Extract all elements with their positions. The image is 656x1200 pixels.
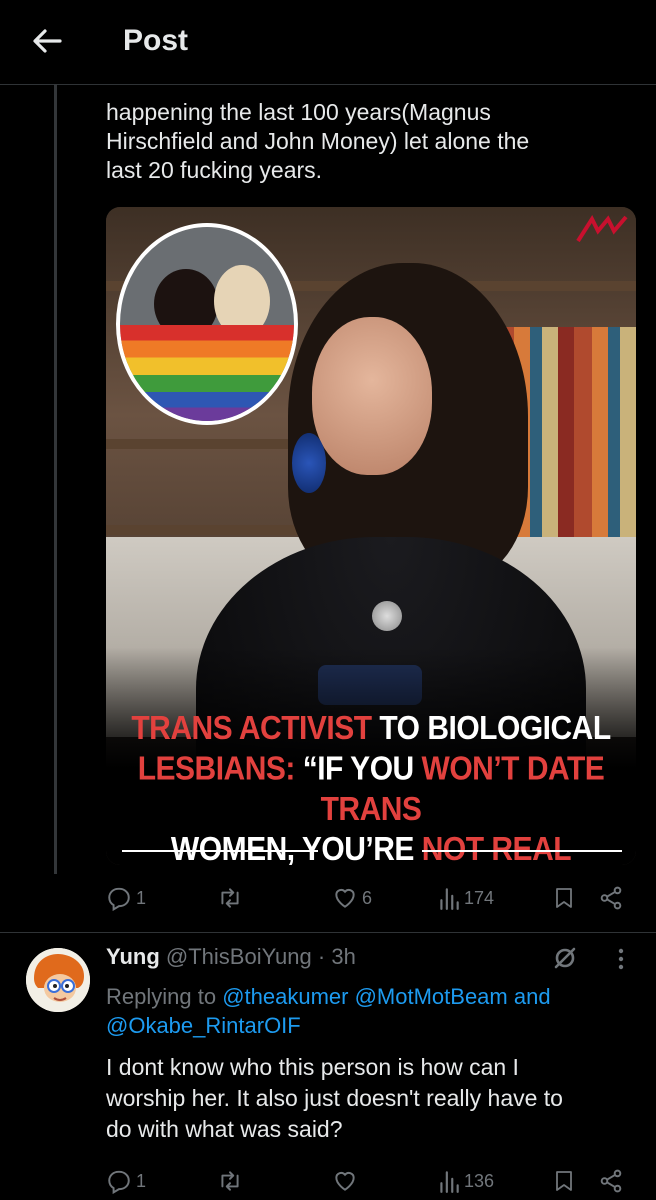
caption-white-text: WOMEN, YOU’RE	[170, 831, 422, 865]
back-arrow-icon[interactable]	[30, 26, 66, 56]
bookmark-icon	[552, 885, 576, 911]
bookmark-button[interactable]	[552, 1168, 576, 1194]
user-handle[interactable]: @ThisBoiYung	[166, 944, 312, 969]
inset-photo-couple	[116, 223, 298, 425]
view-count: 174	[464, 887, 495, 908]
views-button[interactable]: 174	[438, 885, 494, 911]
heart-icon	[332, 885, 358, 911]
heart-icon	[332, 1168, 358, 1194]
repost-button[interactable]	[216, 885, 248, 911]
bookmark-icon	[552, 1168, 576, 1194]
share-button[interactable]	[598, 885, 624, 911]
more-options-icon[interactable]	[611, 946, 631, 972]
like-button[interactable]: 6	[332, 885, 372, 911]
views-button[interactable]: 136	[438, 1168, 494, 1194]
reply-text: I dont know who this person is how can I…	[106, 1052, 636, 1145]
reply-icon	[106, 1168, 132, 1194]
post-text-line: Hirschfield and John Money) let alone th…	[106, 128, 530, 154]
replying-prefix: Replying to	[106, 984, 223, 1009]
timestamp[interactable]: 3h	[331, 944, 355, 969]
reply-count: 1	[136, 1170, 147, 1191]
post-text-line: last 20 fucking years.	[106, 157, 323, 183]
reply-action-bar: 1 136	[106, 1168, 636, 1198]
caption-divider	[422, 850, 622, 852]
reply-icon	[106, 885, 132, 911]
mention-and: and	[507, 984, 551, 1009]
reply-text-line: worship her. It also just doesn't really…	[106, 1085, 563, 1111]
caption-white-text: “IF YOU	[294, 750, 422, 788]
share-button[interactable]	[598, 1168, 624, 1194]
share-icon	[598, 885, 624, 911]
reply-count: 1	[136, 887, 147, 908]
post-divider	[0, 932, 656, 933]
necklace-pendant	[372, 601, 402, 631]
reply-text-line: do with what was said?	[106, 1116, 343, 1142]
share-icon	[598, 1168, 624, 1194]
page-title: Post	[123, 24, 189, 57]
image-caption: TRANS ACTIVIST TO BIOLOGICAL LESBIANS: “…	[106, 709, 636, 865]
like-count: 6	[362, 887, 373, 908]
caption-red-text: LESBIANS:	[137, 750, 296, 788]
mention-link[interactable]: @theakumer	[222, 984, 348, 1009]
reply-button[interactable]: 1	[106, 885, 146, 911]
caption-red-text: TRANS ACTIVIST	[131, 710, 372, 748]
mention-link[interactable]: @MotMotBeam	[355, 984, 508, 1009]
mention-link[interactable]: @Okabe_RintarOIF	[106, 1013, 301, 1038]
post-text: happening the last 100 years(Magnus Hirs…	[106, 98, 626, 185]
separator-dot: ·	[311, 944, 332, 969]
repost-icon	[216, 1168, 244, 1194]
reply-button[interactable]: 1	[106, 1168, 146, 1194]
rainbow-flag	[120, 325, 294, 421]
analytics-icon	[438, 885, 460, 911]
caption-white-text: TO BIOLOGICAL	[371, 710, 611, 748]
channel-logo-icon	[574, 213, 630, 247]
thread-connector-line	[54, 84, 57, 874]
reply-header: Yung @ThisBoiYung · 3h	[106, 944, 356, 970]
woman-face	[312, 317, 432, 475]
reply-text-line: I dont know who this person is how can I	[106, 1054, 519, 1080]
cartoon-avatar-icon	[26, 948, 90, 1012]
bookmark-button[interactable]	[552, 885, 576, 911]
caption-divider	[122, 850, 318, 852]
display-name[interactable]: Yung	[106, 944, 160, 969]
analytics-icon	[438, 1168, 460, 1194]
post-image[interactable]: TRANS ACTIVIST TO BIOLOGICAL LESBIANS: “…	[106, 207, 636, 865]
replying-to: Replying to @theakumer @MotMotBeam and @…	[106, 982, 636, 1040]
avatar[interactable]	[26, 948, 90, 1012]
post-action-bar: 1 6 174	[106, 885, 636, 915]
view-count: 136	[464, 1170, 495, 1191]
post-text-line: happening the last 100 years(Magnus	[106, 99, 491, 125]
like-button[interactable]	[332, 1168, 362, 1194]
repost-button[interactable]	[216, 1168, 248, 1194]
repost-icon	[216, 885, 244, 911]
mute-icon[interactable]	[552, 945, 578, 971]
earring	[292, 433, 326, 493]
top-bar: Post	[0, 0, 656, 85]
